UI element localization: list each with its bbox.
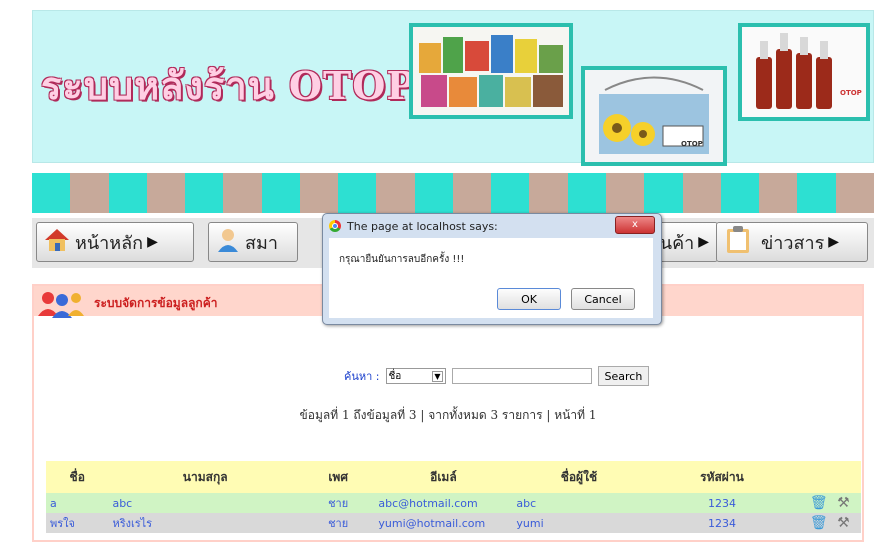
stripe-segment <box>567 173 606 213</box>
users-icon <box>36 288 86 322</box>
arrow-right-icon: ▶ <box>828 234 840 250</box>
customers-table: ชื่อ นามสกุล เพศ อีเมล์ ชื่อผู้ใช้ รหัสผ… <box>46 461 861 533</box>
nav-news-button[interactable]: ข่าวสาร ▶ <box>716 222 868 262</box>
cell-email: abc@hotmail.com <box>374 493 513 513</box>
col-actions <box>798 461 861 493</box>
nav-products-label: นค้า <box>659 232 695 254</box>
arrow-right-icon: ▶ <box>147 234 158 250</box>
stripe-segment <box>605 173 645 213</box>
cell-password: 1234 <box>645 493 799 513</box>
cell-lastname: abc <box>108 493 302 513</box>
stripe-segment <box>108 173 147 213</box>
stripe-segment <box>414 173 453 213</box>
home-icon <box>43 227 71 258</box>
dialog-message: กรุณายืนยันการลบอีกครั้ง !!! <box>339 254 465 265</box>
basket-label: OTOP <box>681 140 703 148</box>
stripe-segment <box>223 173 262 213</box>
clipboard-icon <box>725 225 751 260</box>
stripe-segment <box>835 173 874 213</box>
stripe-segment <box>299 173 339 213</box>
stripe-segment <box>261 173 300 213</box>
cell-lastname: หริงเรไร <box>108 513 302 533</box>
delete-icon[interactable]: 🗑 <box>810 495 828 511</box>
bottles-label: OTOP <box>840 89 862 97</box>
dialog-titlebar[interactable]: The page at localhost says: x <box>323 214 661 238</box>
ok-button[interactable]: OK <box>497 288 561 310</box>
col-gender: เพศ <box>301 461 375 493</box>
search-input[interactable] <box>451 368 592 384</box>
delete-icon[interactable]: 🗑 <box>810 515 828 531</box>
stripe-segment <box>338 173 377 213</box>
cell-gender: ชาย <box>301 513 375 533</box>
cell-gender: ชาย <box>301 493 375 513</box>
cell-actions: 🗑 ⚒ <box>798 493 861 513</box>
stripe-segment <box>720 173 760 213</box>
search-field-select[interactable]: ชื่อ ▼ <box>385 368 446 384</box>
cell-firstname: a <box>46 493 109 513</box>
col-email: อีเมล์ <box>374 461 513 493</box>
cell-password: 1234 <box>645 513 799 533</box>
col-password: รหัสผ่าน <box>645 461 799 493</box>
stripe-segment <box>491 173 530 213</box>
stripe-segment <box>70 173 109 213</box>
close-icon[interactable]: x <box>615 216 655 234</box>
col-firstname: ชื่อ <box>46 461 109 493</box>
stripe-segment <box>682 173 721 213</box>
chevron-down-icon: ▼ <box>432 370 443 382</box>
search-row: ค้นหา : ชื่อ ▼ Search <box>344 366 650 386</box>
site-title: ระบบหลังร้าน OTOP <box>41 63 416 108</box>
edit-tools-icon[interactable]: ⚒ <box>837 495 850 511</box>
search-button[interactable]: Search <box>597 366 650 386</box>
cell-email: yumi@hotmail.com <box>374 513 513 533</box>
table-header-row: ชื่อ นามสกุล เพศ อีเมล์ ชื่อผู้ใช้ รหัสผ… <box>46 461 861 493</box>
dialog-body: กรุณายืนยันการลบอีกครั้ง !!! OK Cancel <box>329 238 653 318</box>
stripe-segment <box>797 173 836 213</box>
nav-home-label: หน้าหลัก <box>75 232 144 254</box>
otop-bottles-photo: OTOP <box>738 23 870 121</box>
stripe-segment <box>376 173 415 213</box>
edit-tools-icon[interactable]: ⚒ <box>837 515 850 531</box>
dialog-title: The page at localhost says: <box>347 220 498 233</box>
user-icon <box>215 226 241 259</box>
chrome-icon <box>329 220 341 232</box>
stripe-segment <box>32 173 71 213</box>
table-row: พรใจ หริงเรไร ชาย yumi@hotmail.com yumi … <box>46 513 861 533</box>
nav-home-button[interactable]: หน้าหลัก ▶ <box>36 222 194 262</box>
stripe-segment <box>452 173 492 213</box>
search-field-value: ชื่อ <box>388 370 402 382</box>
cell-username: abc <box>512 493 646 513</box>
search-label: ค้นหา : <box>344 370 380 383</box>
cell-firstname: พรใจ <box>46 513 109 533</box>
col-username: ชื่อผู้ใช้ <box>512 461 646 493</box>
stripe-segment <box>529 173 568 213</box>
otop-products-photo <box>409 23 573 119</box>
header-banner: ระบบหลังร้าน OTOP OTOP OTOP <box>32 10 874 166</box>
nav-members-button[interactable]: สมา <box>208 222 298 262</box>
panel-title: ระบบจัดการข้อมูลลูกค้า <box>94 296 218 310</box>
cancel-button[interactable]: Cancel <box>571 288 635 310</box>
confirm-dialog: The page at localhost says: x กรุณายืนยั… <box>322 213 662 325</box>
stripe-segment <box>644 173 683 213</box>
decorative-stripe <box>32 173 874 213</box>
stripe-segment <box>759 173 798 213</box>
nav-news-label: ข่าวสาร <box>761 232 825 254</box>
cell-actions: 🗑 ⚒ <box>798 513 861 533</box>
otop-basket-photo: OTOP <box>581 66 727 166</box>
col-lastname: นามสกุล <box>108 461 302 493</box>
cell-username: yumi <box>512 513 646 533</box>
stripe-segment <box>146 173 186 213</box>
stripe-segment <box>185 173 224 213</box>
pagination-info: ข้อมูลที่ 1 ถึงข้อมูลที่ 3 | จากทั้งหมด … <box>299 408 597 422</box>
arrow-right-icon: ▶ <box>698 234 709 250</box>
page: ระบบหลังร้าน OTOP OTOP OTOP หน้าหลัก ▶ ส… <box>32 0 874 542</box>
nav-members-label: สมา <box>245 232 278 254</box>
table-row: a abc ชาย abc@hotmail.com abc 1234 🗑 ⚒ <box>46 493 861 513</box>
